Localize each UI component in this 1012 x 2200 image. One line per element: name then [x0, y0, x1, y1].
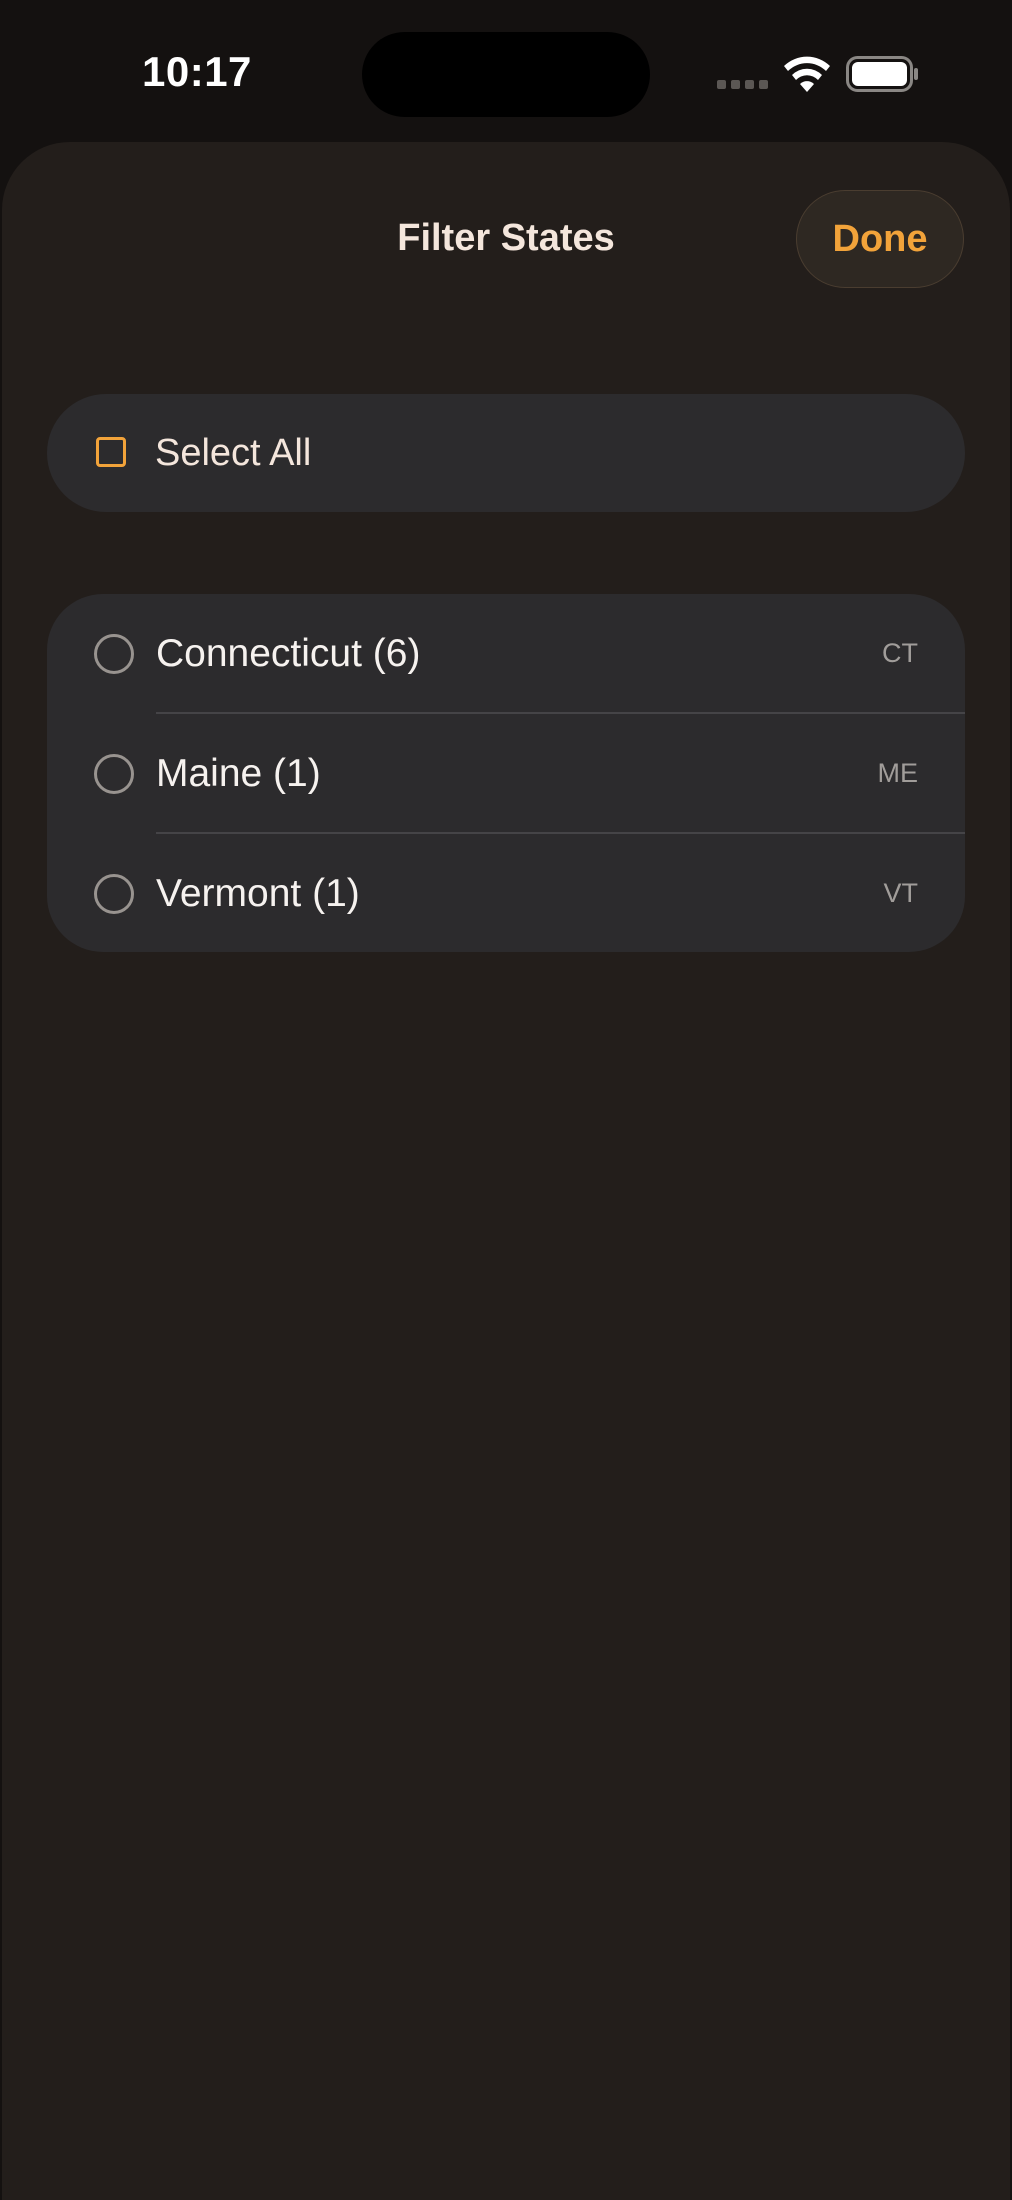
status-bar: 10:17	[0, 0, 1012, 140]
state-abbreviation: ME	[877, 758, 919, 788]
state-row-connecticut[interactable]: Connecticut (6) CT	[47, 594, 965, 714]
signal-icon	[717, 80, 768, 89]
state-name: Connecticut (6)	[156, 632, 421, 675]
state-row-maine[interactable]: Maine (1) ME	[47, 714, 965, 834]
wifi-icon	[784, 56, 830, 92]
checkbox-icon[interactable]	[96, 437, 126, 467]
state-row-vermont[interactable]: Vermont (1) VT	[47, 834, 965, 952]
state-abbreviation: VT	[883, 878, 918, 908]
done-button[interactable]: Done	[796, 190, 964, 288]
state-name: Vermont (1)	[156, 872, 360, 915]
state-abbreviation: CT	[882, 638, 918, 668]
radio-circle-icon[interactable]	[94, 874, 134, 914]
dynamic-island	[362, 32, 650, 117]
select-all-label: Select All	[155, 432, 312, 474]
radio-circle-icon[interactable]	[94, 634, 134, 674]
radio-circle-icon[interactable]	[94, 754, 134, 794]
states-list: Connecticut (6) CT Maine (1) ME Vermont …	[47, 594, 965, 952]
status-time: 10:17	[142, 48, 252, 95]
battery-icon	[846, 56, 918, 92]
state-name: Maine (1)	[156, 752, 321, 795]
select-all-row[interactable]: Select All	[47, 394, 965, 512]
